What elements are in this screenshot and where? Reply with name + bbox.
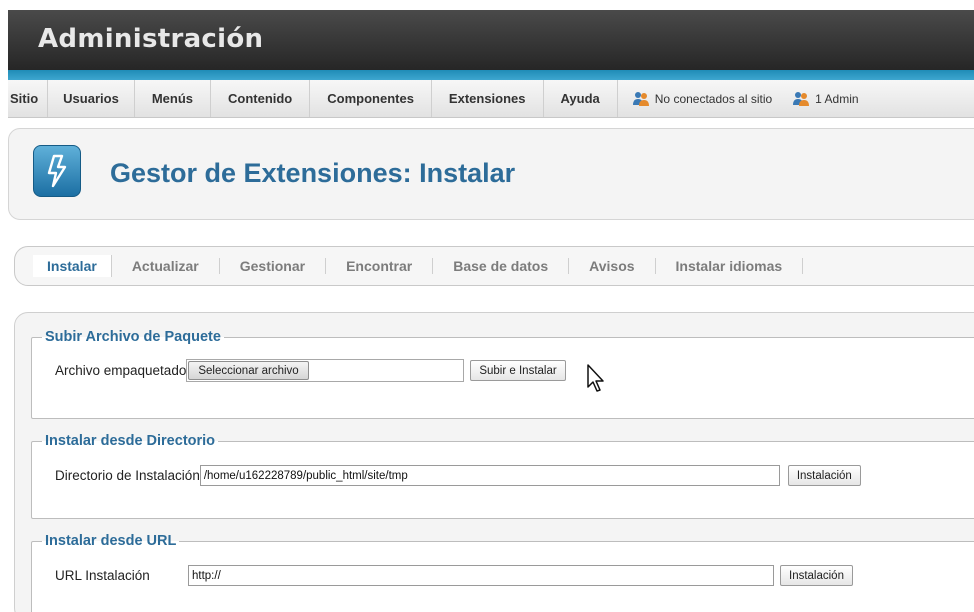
url-section-legend: Instalar desde URL [45,533,177,549]
tab-instalar-idiomas[interactable]: Instalar idiomas [656,258,804,274]
tab-base-de-datos[interactable]: Base de datos [433,258,570,274]
admin-title: Administración [38,24,264,54]
directory-row: Directorio de Instalación /home/u1622287… [55,465,861,486]
install-url-input[interactable]: http:// [188,565,774,586]
mouse-pointer-icon [586,363,606,398]
extension-lightning-icon [33,145,81,197]
menu-ayuda[interactable]: Ayuda [544,80,618,117]
main-menu-bar: Sitio Usuarios Menús Contenido Component… [8,80,974,118]
menu-menus[interactable]: Menús [135,80,211,117]
status-admin-label: 1 Admin [815,91,859,106]
directory-section-legend: Instalar desde Directorio [45,433,216,449]
users-icon [632,91,650,107]
menu-contenido[interactable]: Contenido [211,80,311,117]
menu-componentes[interactable]: Componentes [310,80,432,117]
url-row: URL Instalación http:// Instalación [55,565,853,586]
extension-tabs: Instalar Actualizar Gestionar Encontrar … [14,246,974,286]
status-admin-users[interactable]: 1 Admin [778,80,864,117]
install-directory-input[interactable]: /home/u162228789/public_html/site/tmp [199,465,780,486]
package-file-label: Archivo empaquetado [55,363,187,378]
upload-section-legend: Subir Archivo de Paquete [45,329,221,345]
tab-instalar[interactable]: Instalar [33,255,112,277]
tab-actualizar[interactable]: Actualizar [112,258,220,274]
admin-user-icon [792,91,810,107]
upload-row: Archivo empaquetado Seleccionar archivo … [55,359,566,382]
tab-encontrar[interactable]: Encontrar [326,258,434,274]
status-offline-users[interactable]: No conectados al sitio [618,80,778,117]
menu-usuarios[interactable]: Usuarios [48,80,135,117]
upload-install-button[interactable]: Subir e Instalar [470,360,566,381]
header-accent-stripe [8,70,974,80]
install-url-label: URL Instalación [55,568,150,583]
page-title: Gestor de Extensiones: Instalar [110,158,516,188]
status-offline-label: No conectados al sitio [654,91,773,106]
tab-avisos[interactable]: Avisos [569,258,656,274]
choose-file-button[interactable]: Seleccionar archivo [188,361,309,380]
url-install-button[interactable]: Instalación [780,565,853,586]
menu-extensiones[interactable]: Extensiones [432,80,544,117]
menu-sitio[interactable]: Sitio [8,80,49,117]
admin-header: Administración [8,10,974,70]
directory-install-button[interactable]: Instalación [787,465,861,486]
tab-gestionar[interactable]: Gestionar [220,258,327,274]
install-directory-label: Directorio de Instalación [55,468,200,483]
page-title-panel: Gestor de Extensiones: Instalar [8,128,974,220]
install-panel: Subir Archivo de Paquete Archivo empaque… [14,312,974,612]
package-file-input[interactable]: Seleccionar archivo [186,359,465,382]
